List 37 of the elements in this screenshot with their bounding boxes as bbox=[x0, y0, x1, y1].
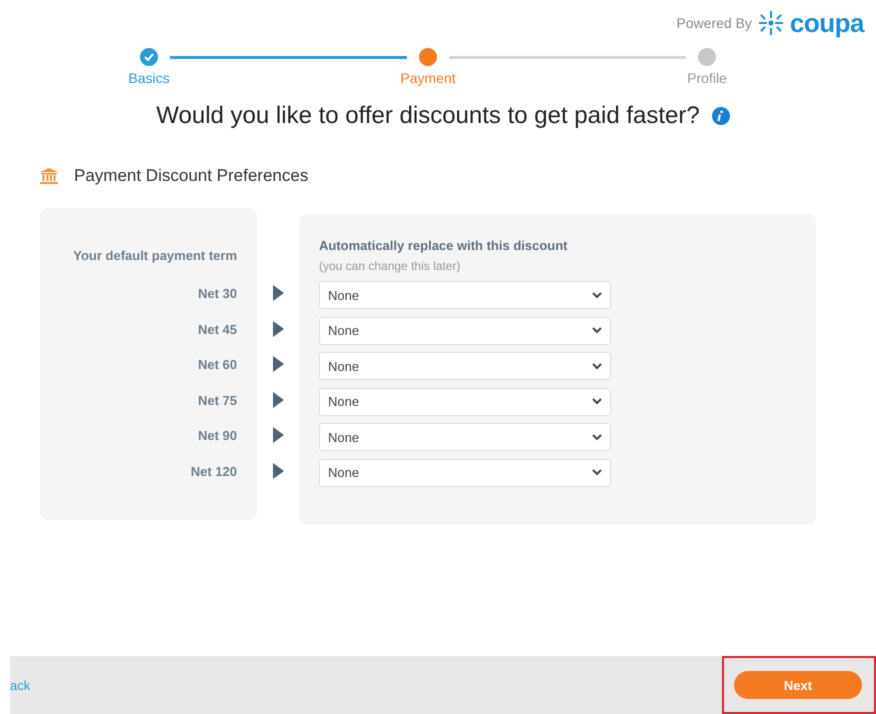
discount-dropdown[interactable]: None bbox=[319, 316, 611, 344]
section-title: Payment Discount Preferences bbox=[74, 166, 308, 186]
chevron-down-icon bbox=[592, 398, 602, 405]
step-label: Profile bbox=[687, 70, 727, 86]
payment-term: Net 75 bbox=[198, 392, 237, 410]
discount-dropdown[interactable]: None bbox=[319, 388, 611, 416]
panel-note: (you can change this later) bbox=[319, 259, 462, 273]
info-icon[interactable] bbox=[712, 107, 730, 125]
triangle-arrow-icon bbox=[272, 285, 284, 301]
powered-by-label: Powered By bbox=[676, 15, 752, 31]
discount-dropdown[interactable]: None bbox=[319, 423, 611, 451]
chevron-down-icon bbox=[592, 327, 602, 334]
panel-title: Automatically replace with this discount bbox=[319, 238, 568, 253]
discount-dropdown[interactable]: None bbox=[319, 458, 611, 486]
triangle-arrow-icon bbox=[272, 356, 284, 372]
triangle-arrow-icon bbox=[272, 392, 284, 408]
bank-icon bbox=[40, 168, 58, 184]
triangle-arrow-icon bbox=[272, 320, 284, 336]
payment-term: Net 45 bbox=[198, 320, 237, 338]
chevron-down-icon bbox=[592, 469, 602, 476]
chevron-down-icon bbox=[592, 362, 602, 370]
payment-term: Net 30 bbox=[198, 285, 237, 303]
triangle-arrow-icon bbox=[272, 427, 284, 443]
page-heading: Would you like to offer discounts to get paid faster? bbox=[156, 102, 700, 130]
step-label: Payment bbox=[400, 70, 456, 86]
chevron-down-icon bbox=[592, 292, 602, 298]
payment-term: Net 120 bbox=[190, 462, 237, 480]
logo-wordmark: coupa bbox=[790, 8, 864, 38]
discount-dropdown[interactable]: None bbox=[319, 281, 611, 309]
chevron-down-icon bbox=[592, 434, 602, 440]
discount-dropdown[interactable]: None bbox=[319, 352, 611, 380]
triangle-arrow-icon bbox=[272, 462, 284, 478]
panel-title: Your default payment term bbox=[72, 248, 237, 263]
payment-term: Net 60 bbox=[198, 356, 237, 374]
step-label: Basics bbox=[128, 70, 170, 86]
check-icon bbox=[144, 53, 154, 61]
payment-term: Net 90 bbox=[198, 427, 237, 445]
